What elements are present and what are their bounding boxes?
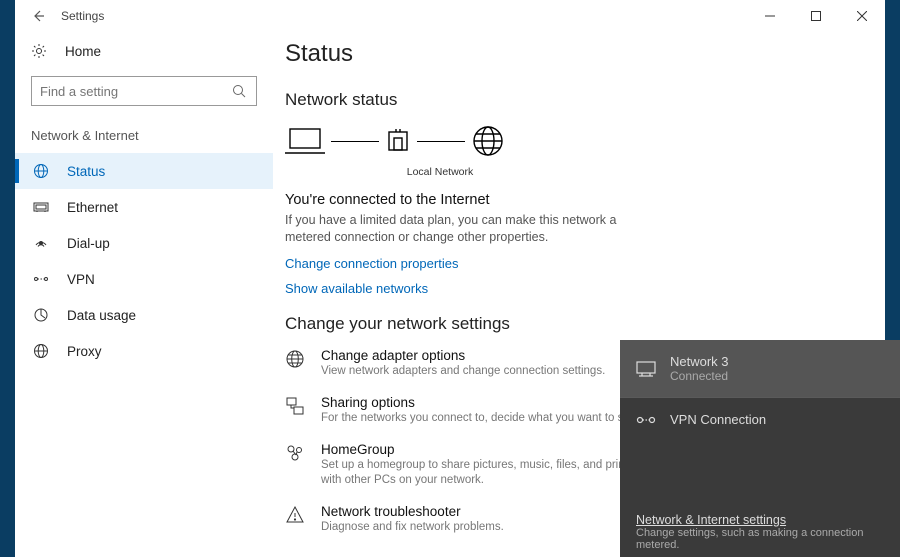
dialup-icon [31,235,51,251]
page-title: Status [285,40,865,68]
diagram-line [331,141,379,142]
search-box[interactable] [31,76,257,106]
warning-icon [285,504,307,535]
option-desc: For the networks you connect to, decide … [321,411,650,426]
flyout-network-name: Network 3 [670,354,729,369]
router-icon [385,126,411,156]
sidebar-item-proxy[interactable]: Proxy [15,333,273,369]
diagram-line [417,141,465,142]
close-button[interactable] [839,0,885,32]
network-flyout: Network 3 Connected VPN Connection Netwo… [620,340,900,557]
homegroup-icon [285,442,307,488]
home-nav[interactable]: Home [15,32,273,70]
option-troubleshooter[interactable]: Network troubleshooter Diagnose and fix … [285,504,655,535]
option-adapter[interactable]: Change adapter options View network adap… [285,348,655,379]
flyout-network-item[interactable]: Network 3 Connected [620,340,900,398]
sidebar-item-label: Status [67,164,105,179]
computer-icon [285,126,325,156]
sidebar-item-dialup[interactable]: Dial-up [15,225,273,261]
connected-heading: You're connected to the Internet [285,192,865,208]
globe-icon [31,343,51,359]
option-desc: View network adapters and change connect… [321,364,605,379]
sidebar-section-label: Network & Internet [15,124,273,153]
flyout-footer-desc: Change settings, such as making a connec… [636,527,884,551]
diagram-label: Local Network [285,166,515,178]
change-settings-heading: Change your network settings [285,314,865,334]
vpn-icon [636,414,656,426]
flyout-network-status: Connected [670,369,729,383]
option-desc: Set up a homegroup to share pictures, mu… [321,458,655,488]
minimize-icon [765,11,775,21]
option-title: Network troubleshooter [321,504,504,519]
minimize-button[interactable] [747,0,793,32]
sidebar-item-label: Proxy [67,344,102,359]
show-available-networks-link[interactable]: Show available networks [285,281,865,296]
sharing-icon [285,395,307,426]
gear-icon [31,43,51,59]
option-title: Change adapter options [321,348,605,363]
back-button[interactable] [15,0,61,32]
option-sharing[interactable]: Sharing options For the networks you con… [285,395,655,426]
sidebar-item-label: Data usage [67,308,136,323]
sidebar-item-label: VPN [67,272,95,287]
sidebar-item-ethernet[interactable]: Ethernet [15,189,273,225]
ethernet-icon [636,361,656,377]
data-usage-icon [31,307,51,323]
sidebar-item-datausage[interactable]: Data usage [15,297,273,333]
flyout-vpn-item[interactable]: VPN Connection [620,398,900,441]
option-desc: Diagnose and fix network problems. [321,520,504,535]
connected-desc: If you have a limited data plan, you can… [285,212,625,246]
flyout-footer[interactable]: Network & Internet settings Change setti… [636,513,884,551]
sidebar-item-vpn[interactable]: VPN [15,261,273,297]
option-title: Sharing options [321,395,650,410]
vpn-icon [31,271,51,287]
home-label: Home [65,44,101,59]
close-icon [857,11,867,21]
sidebar-item-label: Dial-up [67,236,110,251]
ethernet-icon [31,199,51,215]
sidebar-item-status[interactable]: Status [15,153,273,189]
status-heading: Network status [285,90,865,110]
option-title: HomeGroup [321,442,655,457]
sidebar-item-label: Ethernet [67,200,118,215]
arrow-left-icon [30,8,46,24]
search-icon [232,84,248,98]
sidebar: Home Network & Internet Status Ethernet … [15,32,273,369]
search-input[interactable] [40,84,232,99]
maximize-icon [811,11,821,21]
option-homegroup[interactable]: HomeGroup Set up a homegroup to share pi… [285,442,655,488]
window-controls [747,0,885,32]
flyout-vpn-name: VPN Connection [670,412,766,427]
titlebar: Settings [15,0,885,32]
change-connection-properties-link[interactable]: Change connection properties [285,256,865,271]
window-title: Settings [61,9,104,23]
globe-icon [285,348,307,379]
network-diagram [285,124,865,158]
flyout-footer-title: Network & Internet settings [636,513,884,527]
globe-icon [471,124,505,158]
maximize-button[interactable] [793,0,839,32]
globe-icon [31,163,51,179]
